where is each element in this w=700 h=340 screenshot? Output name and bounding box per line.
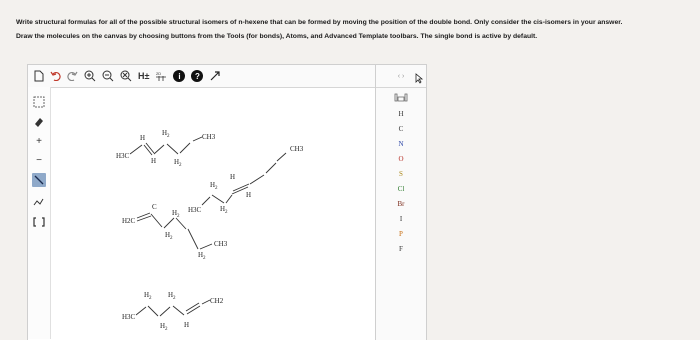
atom-buttons: H C N O S Cl Br I P F (376, 106, 426, 256)
atom-button-h[interactable]: H (376, 106, 426, 121)
structure-editor: H± 2D i ? + − H3C H H H 2 H 2 CH3 H3C H … (27, 64, 382, 340)
charge-minus-icon[interactable]: − (32, 153, 46, 167)
svg-text:H: H (140, 134, 145, 142)
molecule-hex-1-ene[interactable]: H2C C H 2 H 2 H 2 CH3 (122, 203, 228, 261)
clear-icon[interactable] (120, 69, 132, 83)
molecule-hex-3-ene[interactable]: H3C H 2 H 2 H H CH3 (188, 145, 304, 215)
atom-label: H2C (122, 217, 136, 225)
help-icon[interactable]: ? (191, 70, 204, 82)
zoom-in-icon[interactable] (84, 69, 96, 83)
svg-text:2: 2 (173, 296, 176, 301)
svg-text:C: C (152, 203, 157, 211)
atom-label: CH3 (202, 133, 216, 141)
expand-icon[interactable] (209, 69, 221, 83)
svg-text:2: 2 (149, 296, 152, 301)
periodic-table-icon[interactable] (376, 88, 426, 106)
atom-button-o[interactable]: O (376, 151, 426, 166)
atom-button-br[interactable]: Br (376, 196, 426, 211)
svg-text:2: 2 (167, 134, 170, 139)
question-prompt: Write structural formulas for all of the… (16, 16, 696, 44)
svg-text:2: 2 (225, 210, 228, 215)
mouse-cursor-icon (415, 71, 424, 89)
molecule-hex-2-ene[interactable]: H3C H H H 2 H 2 CH3 (116, 129, 216, 168)
single-bond-tool-icon[interactable] (32, 173, 46, 187)
atom-button-i[interactable]: I (376, 211, 426, 226)
atom-label: CH3 (214, 240, 228, 248)
svg-text:H: H (246, 191, 251, 199)
atom-label: H3C (116, 152, 130, 160)
redo-icon[interactable] (67, 69, 78, 83)
bracket-tool-icon[interactable] (32, 215, 46, 229)
atom-label: CH3 (290, 145, 304, 153)
charge-plus-icon[interactable]: + (32, 134, 46, 148)
atom-button-p[interactable]: P (376, 226, 426, 241)
atom-label: CH2 (210, 297, 224, 305)
undo-icon[interactable] (50, 69, 61, 83)
svg-text:2: 2 (179, 163, 182, 168)
svg-text:2: 2 (203, 256, 206, 261)
atom-label: H3C (122, 313, 136, 321)
zoom-out-icon[interactable] (102, 69, 114, 83)
drawing-canvas[interactable]: H3C H H H 2 H 2 CH3 H3C H 2 H 2 H H CH3 … (50, 87, 376, 340)
new-document-icon[interactable] (34, 69, 44, 83)
svg-text:H: H (151, 157, 156, 165)
selection-tool-icon[interactable] (32, 95, 46, 109)
atom-button-s[interactable]: S (376, 166, 426, 181)
atom-button-n[interactable]: N (376, 136, 426, 151)
svg-text:2D: 2D (156, 71, 161, 76)
eraser-tool-icon[interactable] (32, 115, 46, 129)
atom-button-c[interactable]: C (376, 121, 426, 136)
atom-button-f[interactable]: F (376, 241, 426, 256)
atom-button-cl[interactable]: Cl (376, 181, 426, 196)
svg-text:2: 2 (165, 327, 168, 332)
question-line-1: Write structural formulas for all of the… (16, 19, 623, 26)
tools-toolbar: + − (28, 87, 51, 339)
atoms-toolbar: ‹ › H C N O S Cl Br I P F (375, 64, 427, 340)
2d-clean-icon[interactable]: 2D (155, 69, 167, 83)
svg-text:2: 2 (215, 186, 218, 191)
atom-label: H3C (188, 206, 202, 214)
explicit-hydrogens-icon[interactable]: H± (138, 69, 149, 83)
info-icon[interactable]: i (173, 70, 186, 82)
main-toolbar: H± 2D i ? (28, 65, 382, 88)
svg-text:H: H (184, 321, 189, 329)
svg-text:2: 2 (170, 236, 173, 241)
chain-tool-icon[interactable] (32, 195, 46, 209)
question-line-2: Draw the molecules on the canvas by choo… (16, 33, 538, 40)
svg-text:H: H (230, 173, 235, 181)
molecule-hex-isomer-bottom[interactable]: H3C H 2 H 2 H 2 H CH2 (122, 291, 224, 332)
svg-text:2: 2 (177, 214, 180, 219)
